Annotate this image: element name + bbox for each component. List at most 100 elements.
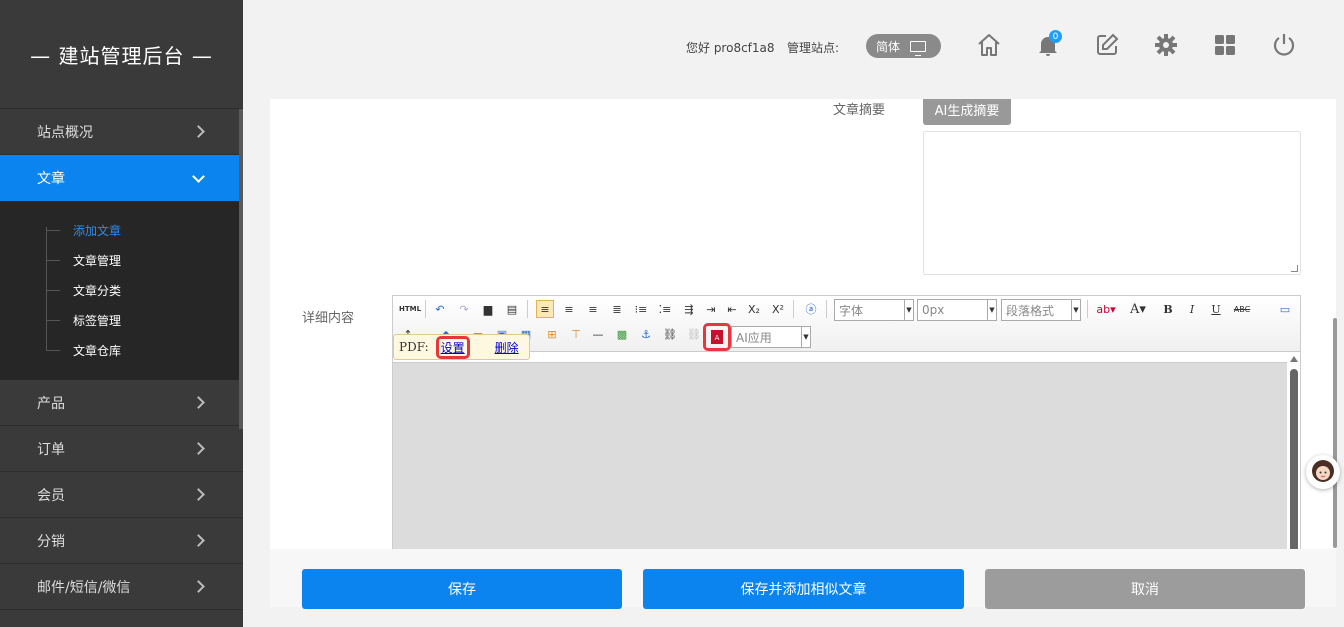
assistant-avatar-icon[interactable] xyxy=(1306,455,1340,489)
editor-content-area[interactable] xyxy=(393,362,1287,549)
page-scrollbar[interactable] xyxy=(1333,318,1337,548)
edit-icon[interactable] xyxy=(1094,32,1120,58)
cancel-button[interactable]: 取消 xyxy=(985,569,1305,609)
toolbar-separator xyxy=(826,300,827,318)
strikethrough-icon[interactable]: ABC xyxy=(1231,300,1253,318)
home-icon[interactable] xyxy=(976,32,1002,58)
print-icon[interactable]: ▆ xyxy=(479,300,497,318)
pdf-delete-link[interactable]: 删除 xyxy=(495,339,519,356)
gear-icon[interactable] xyxy=(1153,32,1179,58)
monitor-icon xyxy=(910,40,927,56)
html-source-icon[interactable]: HTML xyxy=(399,300,421,318)
sidebar-item-label: 邮件/短信/微信 xyxy=(37,579,131,596)
outdent-icon[interactable]: ⇤ xyxy=(723,300,741,318)
sidebar-item-products[interactable]: 产品 xyxy=(0,380,243,426)
insert-column-icon[interactable]: ⊞ xyxy=(543,325,561,343)
sidebar-item-messaging[interactable]: 邮件/短信/微信 xyxy=(0,564,243,610)
horizontal-rule-icon[interactable]: — xyxy=(589,325,607,343)
power-icon[interactable] xyxy=(1271,32,1297,58)
sidebar-item-overview[interactable]: 站点概况 xyxy=(0,109,243,155)
chevron-down-icon xyxy=(192,169,205,183)
scroll-up-icon[interactable] xyxy=(1290,356,1298,362)
line-height-icon[interactable]: ⇶ xyxy=(680,300,698,318)
toolbar-separator xyxy=(425,300,426,318)
sidebar-item-label: 站点概况 xyxy=(37,124,93,141)
align-justify-icon[interactable]: ≣ xyxy=(608,300,626,318)
save-and-add-similar-button[interactable]: 保存并添加相似文章 xyxy=(643,569,964,609)
unlink-icon[interactable]: ⛓ xyxy=(685,325,703,343)
link-icon[interactable]: ⛓ xyxy=(661,325,679,343)
superscript-icon[interactable]: X² xyxy=(769,300,787,318)
chevron-down-icon: ▼ xyxy=(987,300,996,320)
fullscreen-icon[interactable]: ▭ xyxy=(1276,300,1294,318)
pdf-popup-label: PDF: xyxy=(399,340,429,354)
paragraph-format-select[interactable]: 段落格式 ▼ xyxy=(1001,299,1081,321)
subnav-item-article-category[interactable]: 文章分类 xyxy=(0,275,243,305)
sidebar-item-label: 产品 xyxy=(37,395,65,412)
sidebar: — 建站管理后台 — 站点概况 文章 添加文章 文章管理 文章分类 标签管理 文… xyxy=(0,0,243,627)
editor-scrollbar[interactable] xyxy=(1290,369,1298,549)
sidebar-item-label: 订单 xyxy=(37,441,65,458)
anchor-text-icon[interactable]: ⓐ xyxy=(802,300,820,318)
subscript-icon[interactable]: X₂ xyxy=(745,300,763,318)
font-family-select[interactable]: 字体 ▼ xyxy=(834,299,914,321)
bold-icon[interactable]: B xyxy=(1159,300,1177,318)
ai-summary-button[interactable]: AI生成摘要 xyxy=(923,99,1011,125)
chevron-right-icon xyxy=(192,534,205,547)
unordered-list-icon[interactable]: ⁚≡ xyxy=(656,300,674,318)
chevron-down-icon: ▼ xyxy=(904,300,913,320)
sidebar-item-distribution[interactable]: 分销 xyxy=(0,518,243,564)
align-center-icon[interactable]: ≡ xyxy=(560,300,578,318)
chevron-right-icon xyxy=(192,396,205,409)
chevron-down-icon: ▼ xyxy=(801,327,810,347)
resize-handle-icon[interactable] xyxy=(1291,265,1298,272)
insert-row-icon[interactable]: ⊤ xyxy=(567,325,585,343)
sidebar-item-orders[interactable]: 订单 xyxy=(0,426,243,472)
align-right-icon[interactable]: ≡ xyxy=(584,300,602,318)
pdf-settings-link[interactable]: 设置 xyxy=(435,335,470,359)
sidebar-item-label: 文章 xyxy=(37,171,65,187)
language-switch-button[interactable]: 简体 xyxy=(866,34,941,58)
font-color-icon[interactable]: A▾ xyxy=(1125,300,1151,318)
subnav-item-add-article[interactable]: 添加文章 xyxy=(0,215,243,245)
subnav-item-tag-manage[interactable]: 标签管理 xyxy=(0,305,243,335)
align-left-icon[interactable]: ≡ xyxy=(536,300,554,318)
underline-icon[interactable]: U xyxy=(1207,300,1225,318)
sidebar-scrollbar[interactable] xyxy=(239,109,243,429)
subnav-item-article-manage[interactable]: 文章管理 xyxy=(0,245,243,275)
rich-text-editor: HTML ↶ ↷ ▆ ▤ ≡ ≡ ≡ ≣ ⁝≡ ⁚≡ ⇶ ⇥ ⇤ X₂ X² ⓐ… xyxy=(392,295,1301,549)
ai-apps-select[interactable]: AI应用 ▼ xyxy=(731,326,811,348)
indent-icon[interactable]: ⇥ xyxy=(702,300,720,318)
save-button[interactable]: 保存 xyxy=(302,569,622,609)
toolbar-separator xyxy=(1087,300,1088,318)
pdf-insert-icon[interactable]: A xyxy=(703,323,731,351)
undo-icon[interactable]: ↶ xyxy=(431,300,449,318)
form-actions: 保存 保存并添加相似文章 取消 xyxy=(270,549,1336,609)
highlight-color-icon[interactable]: ab▾ xyxy=(1093,300,1119,318)
paste-text-icon[interactable]: ▤ xyxy=(503,300,521,318)
article-form: 文章摘要 AI生成摘要 详细内容 HTML ↶ ↷ ▆ ▤ ≡ ≡ ≡ ≣ ⁝≡… xyxy=(270,99,1336,549)
font-size-select[interactable]: 0px ▼ xyxy=(917,299,997,321)
sidebar-item-articles[interactable]: 文章 xyxy=(0,155,243,201)
redo-icon[interactable]: ↷ xyxy=(455,300,473,318)
svg-text:A: A xyxy=(715,334,720,342)
insert-image-icon[interactable]: ▩ xyxy=(613,325,631,343)
bell-icon[interactable]: 0 xyxy=(1035,30,1062,58)
language-label: 简体 xyxy=(876,39,901,54)
italic-icon[interactable]: I xyxy=(1183,300,1201,318)
sidebar-item-label: 分销 xyxy=(37,533,65,550)
editor-toolbar: HTML ↶ ↷ ▆ ▤ ≡ ≡ ≡ ≣ ⁝≡ ⁚≡ ⇶ ⇥ ⇤ X₂ X² ⓐ… xyxy=(393,296,1300,360)
paragraph-format-value: 段落格式 xyxy=(1006,303,1055,318)
sidebar-subnav: 添加文章 文章管理 文章分类 标签管理 文章仓库 xyxy=(0,201,243,380)
chevron-right-icon xyxy=(192,442,205,455)
chevron-down-icon: ▼ xyxy=(1071,300,1080,320)
ordered-list-icon[interactable]: ⁝≡ xyxy=(632,300,650,318)
summary-textarea[interactable] xyxy=(923,131,1301,275)
apps-grid-icon[interactable] xyxy=(1212,32,1238,58)
subnav-item-article-warehouse[interactable]: 文章仓库 xyxy=(0,335,243,365)
sidebar-item-members[interactable]: 会员 xyxy=(0,472,243,518)
chevron-right-icon xyxy=(192,488,205,501)
chevron-right-icon xyxy=(192,580,205,593)
user-greeting: 您好 pro8cf1a8 xyxy=(686,41,775,55)
anchor-icon[interactable]: ⚓ xyxy=(637,325,655,343)
